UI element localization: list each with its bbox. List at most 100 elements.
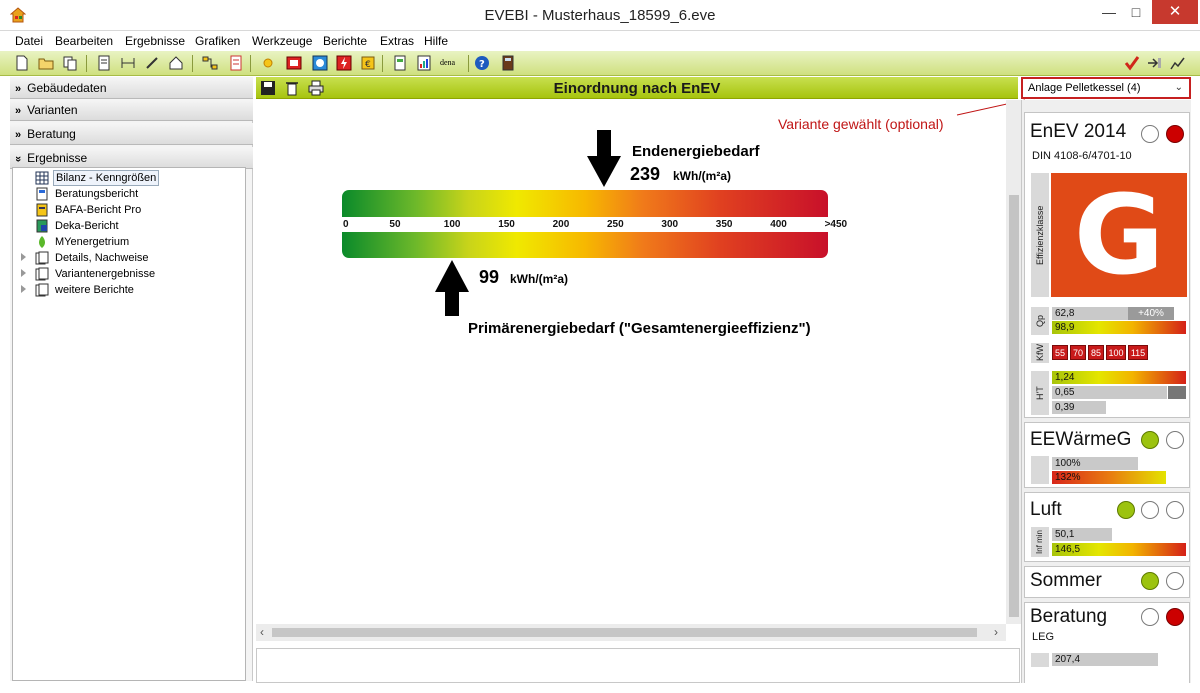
tree-item-beratungsbericht[interactable]: Beratungsbericht [13, 186, 213, 202]
results-sidebar: EnEV 2014 DIN 4108-6/4701-10 Effizienzkl… [1021, 100, 1191, 683]
enev-title: EnEV 2014 [1030, 121, 1127, 142]
network-icon[interactable] [202, 55, 218, 71]
tree-item-weitere-berichte[interactable]: weitere Berichte [13, 282, 213, 298]
navigation-panel: » Gebäudedaten » Varianten » Beratung » Erge… [10, 77, 253, 681]
menu-bearbeiten[interactable]: Bearbeiten [55, 34, 113, 48]
section-ergebnisse[interactable]: » Ergebnisse [10, 147, 253, 169]
tree-item-variantenergebnisse[interactable]: Variantenergebnisse [13, 266, 213, 282]
new-file-icon[interactable] [14, 55, 30, 71]
dena-button[interactable]: dena [440, 55, 462, 71]
ht-label: H'T [1031, 371, 1049, 415]
copy-icon[interactable] [62, 55, 78, 71]
section-label: Beratung [27, 127, 76, 141]
section-gebaeudedaten[interactable]: » Gebäudedaten [10, 77, 253, 99]
tree-item-deka-bericht[interactable]: Deka-Bericht [13, 218, 213, 234]
tree-item-bilanz[interactable]: Bilanz - Kenngrößen [13, 170, 213, 186]
tree-item-myenergetrium[interactable]: MYenergetrium [13, 234, 213, 250]
help-icon[interactable]: ? [474, 55, 490, 71]
status-light-empty [1166, 572, 1184, 590]
section-beratung[interactable]: » Beratung [10, 123, 253, 145]
minimize-button[interactable]: — [1096, 0, 1122, 24]
bafa-report-icon [36, 203, 48, 217]
transfer-icon[interactable] [1146, 55, 1162, 71]
energy-scale-label-band [342, 217, 828, 232]
status-area [256, 648, 1020, 683]
center-header: Einordnung nach EnEV [256, 77, 1018, 99]
vertical-scrollbar[interactable] [1006, 100, 1022, 624]
close-button[interactable]: ✕ [1152, 0, 1198, 24]
toolbar-separator [250, 55, 251, 72]
documents-stack-icon [35, 267, 49, 281]
documents-stack-icon [35, 283, 49, 297]
chart-report-icon[interactable] [416, 55, 432, 71]
house-icon[interactable] [168, 55, 184, 71]
report-icon[interactable] [392, 55, 408, 71]
scale-tick-label: 100 [443, 219, 461, 230]
document-icon[interactable] [96, 55, 112, 71]
expand-arrow-icon[interactable] [21, 253, 26, 261]
variant-selected-value: Anlage Pelletkessel (4) [1028, 82, 1141, 94]
scroll-left-icon[interactable]: ‹ [260, 624, 264, 641]
status-light-empty [1141, 125, 1159, 143]
open-folder-icon[interactable] [38, 55, 54, 71]
menu-ergebnisse[interactable]: Ergebnisse [125, 34, 185, 48]
kfw-100-badge: 100 [1106, 345, 1126, 360]
kfw-label: KfW [1031, 343, 1049, 363]
tree-item-label: Beratungsbericht [55, 188, 139, 200]
calculator-icon[interactable] [500, 55, 516, 71]
window-title: EVEBI - Musterhaus_18599_6.eve [484, 7, 716, 24]
menu-werkzeuge[interactable]: Werkzeuge [252, 34, 312, 48]
menu-bar: Datei Bearbeiten Ergebnisse Grafiken Wer… [0, 32, 1200, 50]
chevron-down-icon: ⌄ [1174, 82, 1183, 93]
menu-grafiken[interactable]: Grafiken [195, 34, 240, 48]
toolbar-separator [382, 55, 383, 72]
menu-berichte[interactable]: Berichte [323, 34, 367, 48]
efficiency-class-label: Effizienzklasse [1031, 173, 1049, 297]
electricity-icon[interactable] [336, 55, 352, 71]
primary-energy-arrow-icon [434, 260, 469, 316]
dimension-icon[interactable] [120, 55, 136, 71]
horizontal-scrollbar[interactable]: ‹ › [256, 624, 1006, 641]
toolbar-separator [86, 55, 87, 72]
ventilation-icon[interactable] [312, 55, 328, 71]
luft-section: Luft Inf min 50,1 146,5 [1024, 492, 1190, 562]
expand-arrow-icon[interactable] [21, 269, 26, 277]
scroll-thumb[interactable] [1009, 195, 1019, 617]
line-chart-icon[interactable] [1170, 55, 1186, 71]
ee-side-label [1031, 456, 1049, 484]
toolbar-separator [468, 55, 469, 72]
toolbar-separator [192, 55, 193, 72]
variant-dropdown[interactable]: Anlage Pelletkessel (4) ⌄ [1021, 77, 1191, 99]
ht-marker [1168, 386, 1186, 399]
double-chevron-right-icon: » [15, 105, 22, 117]
tree-item-bafa-bericht[interactable]: BAFA-Bericht Pro [13, 202, 213, 218]
scale-tick-label: 250 [607, 219, 624, 230]
expand-arrow-icon[interactable] [21, 285, 26, 293]
end-energy-arrow-icon [587, 130, 622, 187]
status-light-red [1166, 608, 1184, 626]
ht-limit-bar: 0,39 [1052, 401, 1106, 414]
ee-actual-bar: 132% [1052, 471, 1166, 484]
luft-title: Luft [1030, 499, 1062, 520]
pencil-icon[interactable] [144, 55, 160, 71]
tree-item-details-nachweise[interactable]: Details, Nachweise [13, 250, 213, 266]
list-icon[interactable] [228, 55, 244, 71]
enev-section: EnEV 2014 DIN 4108-6/4701-10 Effizienzkl… [1024, 112, 1190, 418]
double-chevron-right-icon: » [15, 83, 22, 95]
tree-item-label: Bilanz - Kenngrößen [53, 170, 160, 186]
menu-hilfe[interactable]: Hilfe [424, 34, 448, 48]
status-light-green [1141, 572, 1159, 590]
radiator-icon[interactable] [286, 55, 302, 71]
scroll-right-icon[interactable]: › [994, 624, 998, 641]
checkmark-icon[interactable] [1124, 55, 1140, 71]
menu-extras[interactable]: Extras [380, 34, 414, 48]
scale-tick-label: 400 [770, 219, 787, 230]
status-light-empty [1141, 501, 1159, 519]
menu-datei[interactable]: Datei [15, 34, 43, 48]
scale-tick-label: 350 [715, 219, 733, 230]
section-varianten[interactable]: » Varianten [10, 99, 253, 121]
scroll-thumb[interactable] [272, 628, 977, 637]
maximize-button[interactable]: □ [1123, 0, 1149, 24]
cost-icon[interactable]: € [360, 55, 376, 71]
sun-icon[interactable] [260, 55, 276, 71]
